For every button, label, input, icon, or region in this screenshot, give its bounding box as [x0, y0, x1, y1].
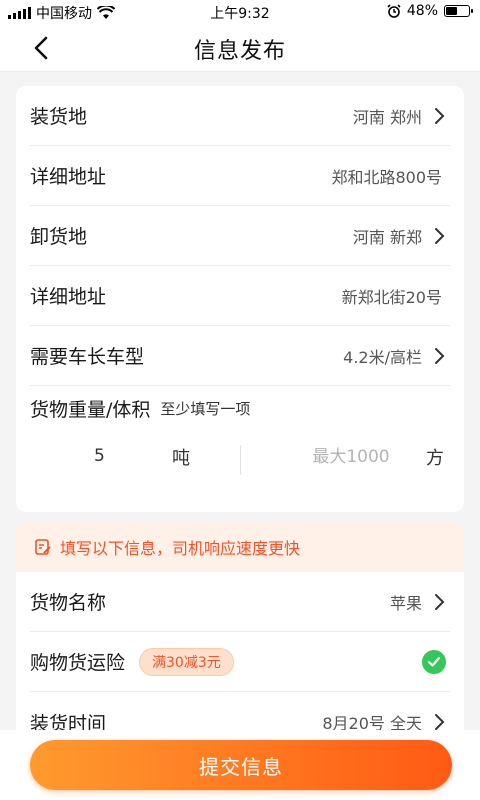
volume-input[interactable]: [286, 442, 416, 472]
load-place-value: 河南 郑州: [352, 107, 422, 127]
edit-note-icon: [35, 539, 51, 555]
weight-volume-inputs: 5 吨 方: [30, 430, 450, 486]
unload-address-value[interactable]: 新郑北街20号: [342, 284, 442, 308]
page-title: 信息发布: [193, 39, 286, 64]
unload-place-label: 卸货地: [30, 226, 88, 248]
discount-badge: 满30减3元: [139, 647, 234, 676]
weight-volume-label: 货物重量/体积: [30, 398, 151, 421]
battery-fill: [446, 7, 457, 15]
chevron-right-icon: [435, 714, 445, 730]
unload-place-value: 河南 新郑: [352, 227, 422, 247]
goods-name-row[interactable]: 货物名称 苹果: [30, 572, 450, 632]
status-bar: 中国移动 上午9:32 48%: [0, 0, 480, 24]
route-card: 装货地 河南 郑州 详细地址 郑和北路800号 卸货地 河南 新郑 详细地址 新…: [16, 86, 464, 512]
unload-place-row[interactable]: 卸货地 河南 新郑: [30, 206, 450, 266]
vehicle-value: 4.2米/高栏: [343, 347, 422, 367]
unload-address-label: 详细地址: [30, 286, 107, 308]
insurance-checkbox[interactable]: [422, 650, 446, 674]
status-right: 48%: [387, 3, 473, 19]
vehicle-label: 需要车长车型: [30, 346, 145, 368]
load-place-label: 装货地: [30, 106, 88, 128]
vehicle-row[interactable]: 需要车长车型 4.2米/高栏: [30, 326, 450, 386]
load-address-label: 详细地址: [30, 166, 107, 188]
submit-button[interactable]: 提交信息: [30, 740, 452, 790]
goods-name-value: 苹果: [389, 593, 422, 613]
input-divider: [240, 445, 241, 475]
extra-info-card: 填写以下信息，司机响应速度更快 货物名称 苹果 购物货运险 满30减3元 装货时…: [16, 522, 464, 762]
weight-volume-hint: 至少填写一项: [160, 399, 251, 418]
insurance-label: 购物货运险: [30, 652, 126, 674]
unload-address-row[interactable]: 详细地址 新郑北街20号: [30, 266, 450, 326]
tip-text: 填写以下信息，司机响应速度更快: [60, 539, 301, 558]
load-address-row[interactable]: 详细地址 郑和北路800号: [30, 146, 450, 206]
weight-input[interactable]: 5: [94, 446, 105, 466]
volume-unit: 方: [426, 448, 444, 469]
load-place-row[interactable]: 装货地 河南 郑州: [30, 86, 450, 146]
chevron-right-icon: [435, 594, 445, 610]
weight-volume-header: 货物重量/体积 至少填写一项: [30, 386, 450, 430]
nav-bar: 信息发布: [0, 24, 480, 72]
weight-unit: 吨: [172, 448, 190, 469]
load-address-value[interactable]: 郑和北路800号: [331, 164, 442, 188]
insurance-row: 购物货运险 满30减3元: [30, 632, 450, 692]
chevron-right-icon: [435, 348, 445, 364]
battery-icon: [444, 5, 473, 17]
alarm-icon: [387, 4, 401, 18]
chevron-right-icon: [435, 228, 445, 244]
checkmark-icon: [427, 656, 441, 667]
goods-name-label: 货物名称: [30, 592, 107, 614]
chevron-right-icon: [435, 108, 445, 124]
battery-percent: 48%: [406, 3, 438, 19]
tip-banner: 填写以下信息，司机响应速度更快: [16, 522, 464, 572]
